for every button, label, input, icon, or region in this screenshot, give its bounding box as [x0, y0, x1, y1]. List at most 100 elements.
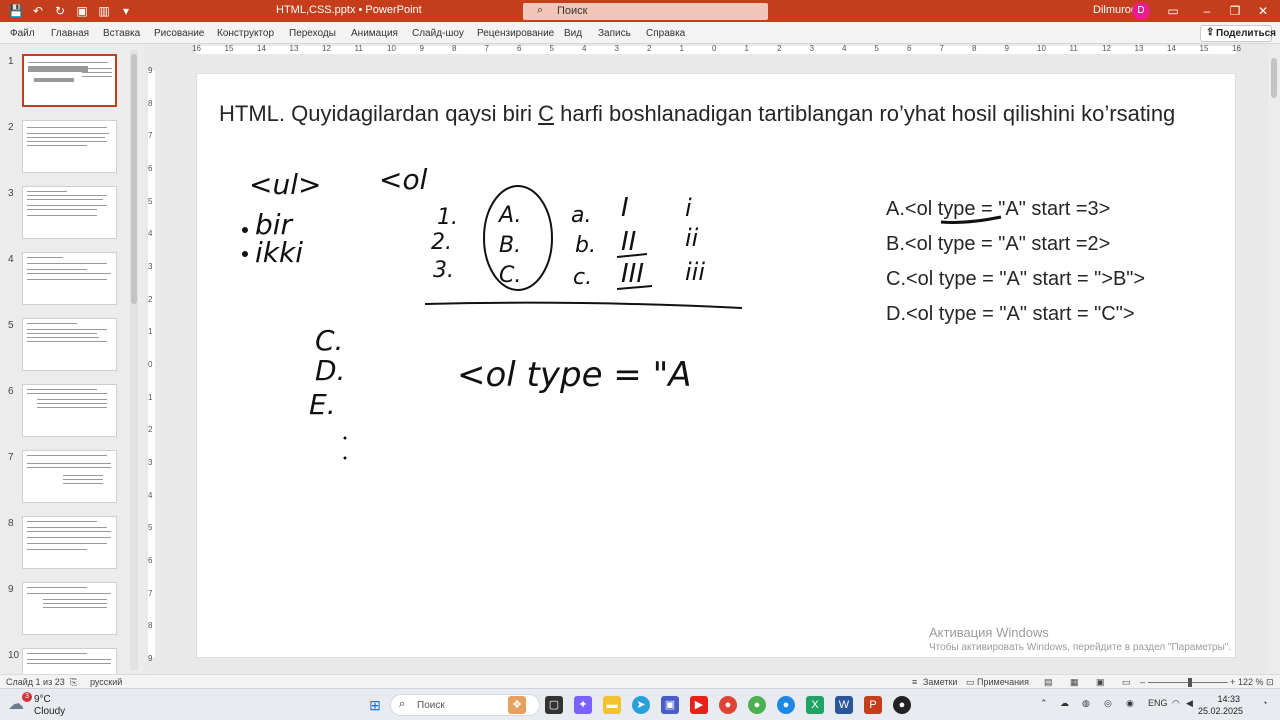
- slide-thumbnail[interactable]: 2: [0, 120, 145, 180]
- editor-scrollbar[interactable]: [1268, 44, 1280, 674]
- tab-home[interactable]: Главная: [51, 28, 89, 39]
- slide-thumbnail[interactable]: 1: [0, 54, 145, 114]
- fit-slide-icon[interactable]: ⊡: [1266, 677, 1274, 688]
- tab-file[interactable]: Файл: [10, 28, 35, 39]
- ribbon-display-icon[interactable]: ▭: [1164, 2, 1182, 20]
- windows-taskbar: ☁ 3 9°C Cloudy ⊞ ⌕ Поиск ❖ ▢ ✦ ▬ ➤ ▣ ▶ ●…: [0, 688, 1280, 720]
- avatar[interactable]: D: [1132, 2, 1150, 20]
- ruler-tick-label: 15: [224, 44, 234, 53]
- tab-insert[interactable]: Вставка: [103, 28, 140, 39]
- tray-onedrive-icon[interactable]: ☁: [1060, 698, 1069, 709]
- copilot-icon[interactable]: ✦: [574, 696, 592, 714]
- search-box[interactable]: ⌕ Поиск: [523, 3, 768, 20]
- system-clock[interactable]: 14:33 25.02.2025: [1198, 693, 1243, 717]
- excel-icon[interactable]: X: [806, 696, 824, 714]
- tab-view[interactable]: Вид: [564, 28, 582, 39]
- tab-animations[interactable]: Анимация: [351, 28, 398, 39]
- chrome-icon[interactable]: ●: [719, 696, 737, 714]
- github-icon[interactable]: ●: [893, 696, 911, 714]
- slide-thumbnail[interactable]: 8: [0, 516, 145, 576]
- user-name[interactable]: Dilmurod: [1093, 4, 1137, 16]
- tab-review[interactable]: Рецензирование: [477, 28, 554, 39]
- answer-c[interactable]: C.<ol type = "A" start = ">B">: [886, 262, 1145, 297]
- slide-thumbnail[interactable]: 10: [0, 648, 145, 674]
- tab-slideshow[interactable]: Слайд-шоу: [412, 28, 464, 39]
- share-label: Поделиться: [1216, 28, 1277, 39]
- clock-time: 14:33: [1217, 694, 1240, 704]
- ruler-tick-label: 4: [842, 44, 847, 53]
- sorter-view-icon[interactable]: ▦: [1070, 677, 1079, 688]
- tray-app-icon[interactable]: ◉: [1126, 698, 1134, 709]
- slide-thumbnail[interactable]: 4: [0, 252, 145, 312]
- search-label: Поиск: [557, 5, 588, 17]
- notification-badge: 3: [22, 692, 32, 702]
- notes-icon[interactable]: ≡: [912, 677, 917, 687]
- ruler-tick-label: 12: [322, 44, 331, 53]
- slide-number: 7: [8, 452, 14, 463]
- maximize-icon[interactable]: ❐: [1226, 2, 1244, 20]
- slide-thumbnail[interactable]: 7: [0, 450, 145, 510]
- tab-help[interactable]: Справка: [646, 28, 685, 39]
- slide-number: 8: [8, 518, 14, 529]
- telegram-icon[interactable]: ➤: [632, 696, 650, 714]
- tab-design[interactable]: Конструктор: [217, 28, 274, 39]
- comments-icon[interactable]: ▭: [966, 677, 975, 688]
- slide-thumbnail[interactable]: 6: [0, 384, 145, 444]
- volume-icon[interactable]: ◀: [1186, 698, 1193, 709]
- minimize-icon[interactable]: –: [1198, 2, 1216, 20]
- ink-ol-tag: <ol: [379, 163, 428, 196]
- slide-canvas[interactable]: HTML. Quyidagilardan qaysi biri C harfi …: [196, 73, 1236, 658]
- save-app-icon[interactable]: ▣: [661, 696, 679, 714]
- slide-counter: Слайд 1 из 23: [6, 677, 65, 687]
- slide-thumbnail[interactable]: 3: [0, 186, 145, 246]
- undo-icon[interactable]: ↶: [30, 3, 46, 19]
- youtube-icon[interactable]: ▶: [690, 696, 708, 714]
- tab-draw[interactable]: Рисование: [154, 28, 204, 39]
- customize-icon[interactable]: ▾: [118, 3, 134, 19]
- normal-view-icon[interactable]: ▤: [1044, 677, 1053, 688]
- answer-a[interactable]: A.<ol type = "A" start =3>: [886, 192, 1145, 227]
- answer-b[interactable]: B.<ol type = "A" start =2>: [886, 227, 1145, 262]
- task-view-icon[interactable]: ▢: [545, 696, 563, 714]
- taskbar-search-label: Поиск: [417, 700, 445, 711]
- file-explorer-icon[interactable]: ▬: [603, 696, 621, 714]
- zoom-out-icon[interactable]: –: [1140, 677, 1145, 687]
- thumbnail-image: [22, 582, 117, 635]
- thumbnails-scrollbar[interactable]: [130, 50, 138, 670]
- from-beginning-icon[interactable]: ▣: [74, 3, 90, 19]
- slide-thumbnail[interactable]: 9: [0, 582, 145, 642]
- answer-d[interactable]: D.<ol type = "A" start = "C">: [886, 297, 1145, 332]
- save-icon[interactable]: 💾: [8, 3, 24, 19]
- notifications-icon[interactable]: ◔: [1262, 698, 1267, 708]
- word-icon[interactable]: W: [835, 696, 853, 714]
- slide-thumbnail[interactable]: 5: [0, 318, 145, 378]
- zoom-level[interactable]: 122 %: [1238, 677, 1264, 687]
- ink-bullet-dot: [242, 251, 248, 257]
- tray-chevron-icon[interactable]: ⌃: [1040, 698, 1048, 709]
- close-icon[interactable]: ✕: [1254, 2, 1272, 20]
- notes-button[interactable]: Заметки: [923, 677, 957, 687]
- language-indicator[interactable]: ENG: [1148, 698, 1168, 708]
- search-highlight-icon[interactable]: ❖: [508, 696, 526, 714]
- ruler-tick-label: 13: [1134, 44, 1144, 53]
- tray-app-icon[interactable]: ◍: [1082, 698, 1090, 709]
- wifi-icon[interactable]: ◠: [1172, 698, 1180, 709]
- share-button[interactable]: ⇪ Поделиться: [1200, 25, 1276, 42]
- language-indicator[interactable]: русский: [90, 677, 122, 687]
- chrome-profile-icon[interactable]: ●: [748, 696, 766, 714]
- windows-start-icon[interactable]: ⊞: [366, 696, 384, 714]
- slideshow-view-icon[interactable]: ▭: [1122, 677, 1131, 688]
- tray-app-icon[interactable]: ◎: [1104, 698, 1112, 709]
- zoom-in-icon[interactable]: +: [1230, 677, 1235, 687]
- powerpoint-icon[interactable]: P: [864, 696, 882, 714]
- chrome-alt-icon[interactable]: ●: [777, 696, 795, 714]
- layout-icon[interactable]: ▥: [96, 3, 112, 19]
- zoom-slider-knob[interactable]: [1188, 678, 1192, 687]
- weather-condition: Cloudy: [34, 706, 66, 717]
- tab-transitions[interactable]: Переходы: [289, 28, 336, 39]
- tab-record[interactable]: Запись: [598, 28, 631, 39]
- comments-button[interactable]: Примечания: [977, 677, 1029, 687]
- redo-icon[interactable]: ↻: [52, 3, 68, 19]
- reading-view-icon[interactable]: ▣: [1096, 677, 1105, 688]
- accessibility-icon[interactable]: ⎘: [70, 677, 77, 688]
